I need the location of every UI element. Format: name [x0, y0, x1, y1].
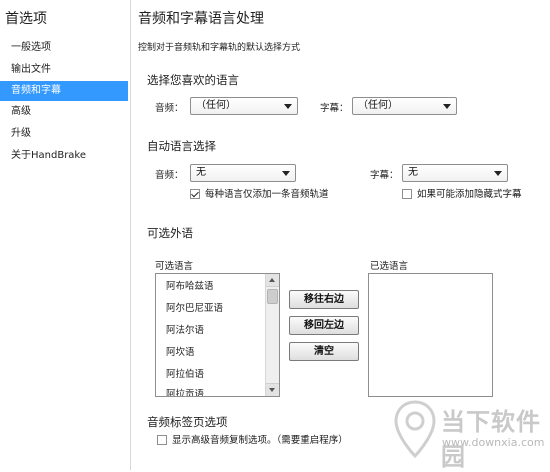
list-item[interactable]: 阿法尔语 [166, 320, 204, 342]
chevron-down-icon [284, 104, 292, 109]
page-description: 控制对于音频轨和字幕轨的默认选择方式 [138, 43, 301, 53]
chevron-down-icon [282, 171, 290, 176]
scroll-down-button[interactable] [266, 383, 279, 396]
one-audio-per-language-label: 每种语言仅添加一条音频轨道 [205, 189, 329, 200]
sidebar-title: 首选项 [5, 11, 47, 27]
arrow-up-icon [269, 278, 275, 282]
sidebar: 首选项 一般选项 输出文件 音频和字幕 高级 升级 关于HandBrake [0, 0, 131, 470]
auto-subtitle-select[interactable]: 无 [402, 164, 508, 182]
move-left-button[interactable]: 移回左边 [289, 316, 359, 335]
chevron-down-icon [443, 104, 451, 109]
closed-captions-checkbox[interactable] [402, 189, 412, 199]
available-languages-label: 可选语言 [155, 261, 194, 272]
preferred-audio-select[interactable]: （任何） [190, 97, 298, 115]
preferred-subtitle-value: （任何） [358, 100, 398, 111]
scroll-up-button[interactable] [266, 274, 279, 287]
auto-subtitle-label: 字幕： [370, 170, 399, 181]
preferred-audio-label: 音频： [155, 103, 184, 114]
scroll-thumb[interactable] [267, 289, 278, 304]
sidebar-item-audio-subtitles[interactable]: 音频和字幕 [0, 81, 128, 101]
auto-select-heading: 自动语言选择 [147, 139, 216, 153]
chevron-down-icon [494, 171, 502, 176]
auto-audio-select[interactable]: 无 [190, 164, 296, 182]
one-audio-per-language-checkbox[interactable] [190, 189, 200, 199]
closed-captions-label: 如果可能添加隐藏式字幕 [417, 189, 522, 200]
preferred-audio-value: （任何） [196, 100, 236, 111]
list-item[interactable]: 阿拉伯语 [166, 364, 204, 386]
audio-tab-options-heading: 音频标签页选项 [147, 415, 228, 429]
list-item[interactable]: 阿拉贡语 [166, 384, 204, 396]
sidebar-item-general[interactable]: 一般选项 [0, 38, 128, 58]
available-languages-list[interactable]: 阿布哈兹语 阿尔巴尼亚语 阿法尔语 阿坎语 阿拉伯语 阿拉贡语 [155, 273, 280, 397]
sidebar-item-output-files[interactable]: 输出文件 [0, 60, 128, 80]
list-item[interactable]: 阿尔巴尼亚语 [166, 298, 223, 320]
watermark: 当下软件园 www.downxia.com [386, 396, 550, 471]
arrow-down-icon [269, 388, 275, 392]
alt-languages-heading: 可选外语 [147, 226, 193, 240]
auto-audio-value: 无 [196, 167, 206, 178]
selected-languages-label: 已选语言 [370, 261, 409, 272]
preferred-language-heading: 选择您喜欢的语言 [147, 73, 239, 87]
advanced-audio-passthru-label: 显示高级音频复制选项。（需要重启程序） [172, 435, 348, 446]
list-item[interactable]: 阿坎语 [166, 342, 195, 364]
move-right-button[interactable]: 移往右边 [289, 290, 359, 309]
selected-languages-list[interactable] [368, 273, 493, 397]
preferred-subtitle-label: 字幕： [320, 103, 349, 114]
sidebar-item-advanced[interactable]: 高级 [0, 102, 128, 122]
page-title: 音频和字幕语言处理 [138, 11, 264, 27]
clear-button[interactable]: 清空 [289, 342, 359, 361]
watermark-url: www.downxia.com [442, 436, 545, 449]
list-item[interactable]: 阿布哈兹语 [166, 276, 214, 298]
auto-audio-label: 音频： [155, 170, 184, 181]
advanced-audio-passthru-checkbox[interactable] [157, 435, 167, 445]
preferred-subtitle-select[interactable]: （任何） [352, 97, 457, 115]
sidebar-item-about[interactable]: 关于HandBrake [0, 146, 128, 166]
sidebar-item-update[interactable]: 升级 [0, 124, 128, 144]
available-list-scrollbar[interactable] [265, 274, 279, 396]
watermark-logo-icon [394, 400, 436, 459]
auto-subtitle-value: 无 [408, 167, 418, 178]
